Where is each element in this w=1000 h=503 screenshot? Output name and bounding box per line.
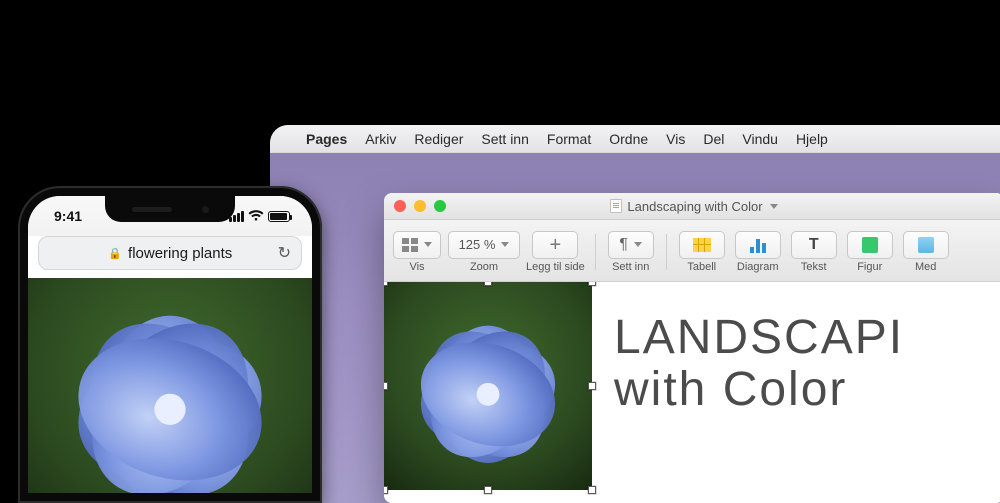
document-canvas[interactable]: LANDSCAPI with Color [384, 282, 1000, 503]
resize-handle[interactable] [588, 486, 596, 494]
toolbar-insert-button[interactable]: ¶ Sett inn [606, 231, 656, 273]
document-heading[interactable]: LANDSCAPI with Color [614, 312, 904, 416]
iphone-screen: 9:41 🔒 flowering plants ↻ [28, 196, 312, 493]
toolbar-shape-label: Figur [857, 261, 882, 273]
view-icon [402, 238, 418, 252]
close-window-button[interactable] [394, 200, 406, 212]
maximize-window-button[interactable] [434, 200, 446, 212]
speaker [132, 207, 172, 212]
menubar-app-name[interactable]: Pages [306, 131, 347, 147]
chevron-down-icon [501, 242, 509, 247]
toolbar-zoom-label: Zoom [470, 261, 498, 273]
resize-handle[interactable] [484, 282, 492, 286]
toolbar-chart-button[interactable]: Diagram [733, 231, 783, 273]
toolbar-separator [666, 234, 667, 270]
toolbar-addpage-label: Legg til side [526, 261, 585, 273]
menubar-item-hjelp[interactable]: Hjelp [796, 131, 828, 147]
front-camera [202, 206, 209, 213]
toolbar-chart-label: Diagram [737, 261, 779, 273]
battery-icon [268, 211, 290, 222]
document-title[interactable]: Landscaping with Color [384, 199, 1000, 214]
media-icon [918, 237, 934, 253]
toolbar-addpage-button[interactable]: + Legg til side [526, 231, 585, 273]
toolbar-media-button[interactable]: Med [901, 231, 951, 273]
resize-handle[interactable] [384, 486, 388, 494]
chevron-down-icon [770, 204, 778, 209]
minimize-window-button[interactable] [414, 200, 426, 212]
menubar: Pages Arkiv Rediger Sett inn Format Ordn… [270, 125, 1000, 153]
resize-handle[interactable] [384, 282, 388, 286]
heading-line1: LANDSCAPI [614, 311, 904, 364]
resize-handle[interactable] [384, 382, 388, 390]
iphone-device: 9:41 🔒 flowering plants ↻ [18, 186, 322, 503]
flower-image [384, 282, 592, 490]
toolbar-view-label: Vis [409, 261, 424, 273]
address-text: flowering plants [128, 245, 232, 262]
toolbar-zoom-button[interactable]: 125 % Zoom [448, 231, 520, 273]
table-icon [693, 238, 711, 252]
webpage-flower-image [28, 278, 312, 493]
chevron-down-icon [424, 242, 432, 247]
selected-image[interactable] [384, 282, 592, 490]
pilcrow-icon: ¶ [619, 236, 628, 254]
window-titlebar[interactable]: Landscaping with Color [384, 193, 1000, 220]
menubar-item-del[interactable]: Del [703, 131, 724, 147]
wifi-icon [248, 210, 264, 222]
safari-address-bar[interactable]: 🔒 flowering plants ↻ [38, 236, 302, 270]
toolbar-separator [595, 234, 596, 270]
toolbar-table-label: Tabell [687, 261, 716, 273]
zoom-value: 125 % [459, 237, 496, 252]
toolbar-table-button[interactable]: Tabell [677, 231, 727, 273]
toolbar-shape-button[interactable]: Figur [845, 231, 895, 273]
toolbar-view-button[interactable]: Vis [392, 231, 442, 273]
toolbar-text-button[interactable]: T Tekst [789, 231, 839, 273]
text-icon: T [809, 236, 819, 254]
shape-icon [862, 237, 878, 253]
toolbar-media-label: Med [915, 261, 936, 273]
document-icon [610, 199, 622, 213]
toolbar-insert-label: Sett inn [612, 261, 649, 273]
menubar-item-arkiv[interactable]: Arkiv [365, 131, 396, 147]
menubar-item-format[interactable]: Format [547, 131, 591, 147]
lock-icon: 🔒 [108, 247, 122, 260]
chart-icon [750, 237, 766, 253]
pages-window: Landscaping with Color Vis 125 % Zoom + … [384, 193, 1000, 503]
traffic-lights [394, 200, 446, 212]
resize-handle[interactable] [484, 486, 492, 494]
menubar-item-vis[interactable]: Vis [666, 131, 685, 147]
menubar-item-vindu[interactable]: Vindu [742, 131, 778, 147]
menubar-item-rediger[interactable]: Rediger [414, 131, 463, 147]
menubar-item-ordne[interactable]: Ordne [609, 131, 648, 147]
iphone-notch [105, 196, 235, 222]
heading-line2: with Color [614, 363, 847, 416]
toolbar-text-label: Tekst [801, 261, 827, 273]
menubar-item-settinn[interactable]: Sett inn [481, 131, 528, 147]
status-time: 9:41 [54, 208, 82, 224]
toolbar: Vis 125 % Zoom + Legg til side ¶ Sett in… [384, 220, 1000, 282]
plus-icon: + [550, 235, 562, 255]
document-title-text: Landscaping with Color [627, 199, 762, 214]
chevron-down-icon [634, 242, 642, 247]
resize-handle[interactable] [588, 382, 596, 390]
reload-icon[interactable]: ↻ [278, 243, 291, 263]
resize-handle[interactable] [588, 282, 596, 286]
mac-desktop: Pages Arkiv Rediger Sett inn Format Ordn… [270, 125, 1000, 503]
